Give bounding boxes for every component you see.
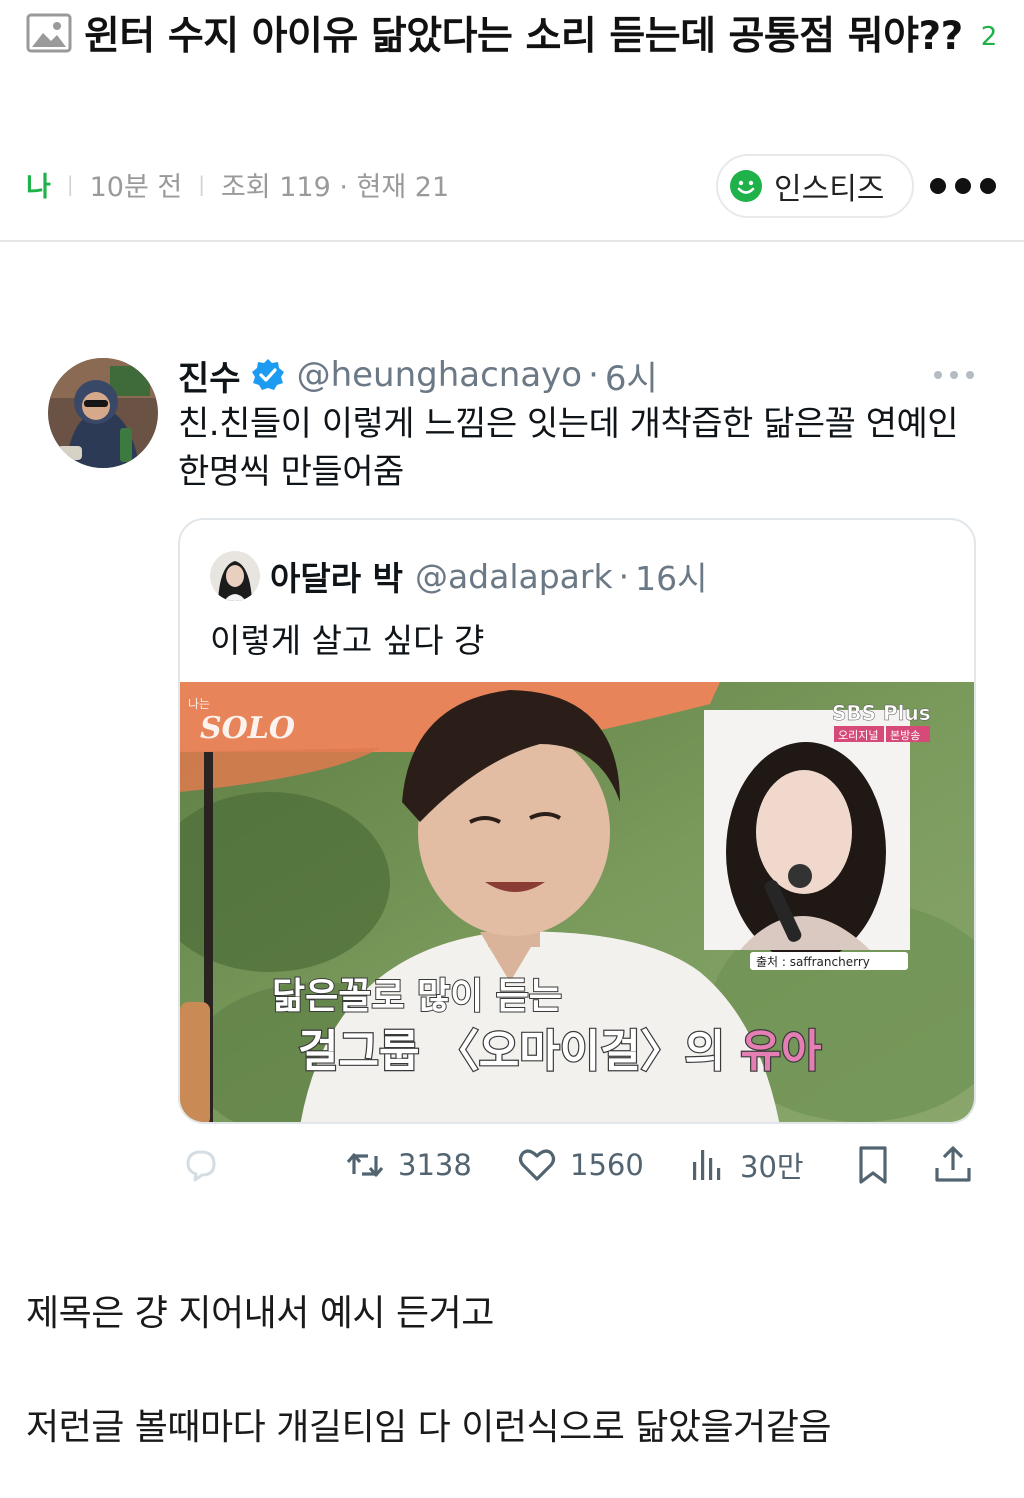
quoted-tweet-header: 아달라 박 @adalapark · 16시 [210, 550, 707, 602]
views-button[interactable]: 30만 [684, 1140, 804, 1190]
channel-tag-original: 오리지널 [838, 729, 878, 742]
body-paragraph: 제목은 걍 지어내서 예시 든거고 [26, 1293, 494, 1334]
tweet-handle[interactable]: @heunghacnayo [297, 355, 583, 395]
post-title-text: 윈터 수지 아이유 닮았다는 소리 듣는데 공통점 뭐야?? [84, 14, 963, 59]
quoted-text: 이렇게 살고 싶다 걍 [210, 621, 485, 660]
tweet-actions: 3138 1560 30만 [178, 1140, 978, 1190]
quoted-time: 16시 [635, 559, 708, 598]
tweet-author-name[interactable]: 진수 [178, 351, 241, 400]
tweet-more-icon[interactable] [934, 368, 974, 382]
like-button[interactable]: 1560 [514, 1140, 644, 1190]
heart-icon [518, 1149, 556, 1181]
quoted-media-image[interactable]: 나는 SOLO SBS Plus 오리지널 본방송 출처 : saffranch… [180, 682, 974, 1122]
comment-count[interactable]: 2 [981, 22, 998, 52]
separator-dot: · [618, 556, 630, 596]
separator-dot: · [588, 355, 599, 395]
reply-icon [186, 1150, 216, 1182]
reply-button[interactable] [178, 1140, 234, 1190]
like-count: 1560 [570, 1148, 644, 1182]
caption-highlight: 유아 [740, 1026, 821, 1077]
view-count-tweet: 30만 [740, 1150, 804, 1184]
community-name: 인스티즈 [774, 172, 885, 207]
view-count: 조회 119 · 현재 21 [220, 171, 450, 203]
body-paragraph: 저런글 볼때마다 개길티임 다 이런식으로 닮았을거같음 [26, 1407, 831, 1448]
views-chart-icon [693, 1150, 721, 1180]
svg-text:걸그룹 〈오마이걸〉의 유아: 걸그룹 〈오마이걸〉의 유아 [298, 1026, 821, 1077]
community-badge[interactable]: 인스티즈 [716, 154, 914, 218]
share-button[interactable] [930, 1140, 986, 1190]
embedded-tweet: 진수 @heunghacnayo · 6시 친.친들이 이렇게 느낌은 잇는데 … [0, 340, 1024, 1200]
verified-icon [251, 359, 284, 390]
channel-logo: SBS Plus [832, 701, 931, 725]
show-logo-small: 나는 [188, 697, 210, 711]
post-body: 제목은 걍 지어내서 예시 든거고 저런글 볼때마다 개길티임 다 이런식으로 … [26, 1284, 1006, 1458]
avatar[interactable] [48, 358, 158, 468]
tweet-time: 6시 [604, 358, 658, 399]
quoted-tweet[interactable]: 아달라 박 @adalapark · 16시 이렇게 살고 싶다 걍 나는 SO… [178, 518, 976, 1124]
show-logo: SOLO [200, 711, 295, 746]
caption-line-1: 닮은꼴로 많이 듣는 [272, 976, 562, 1017]
bookmark-button[interactable] [850, 1140, 906, 1190]
meta-divider: | [198, 172, 205, 196]
smile-icon [730, 170, 762, 202]
bookmark-icon [859, 1146, 887, 1184]
source-credit: 출처 : saffrancherry [756, 955, 870, 969]
channel-tag-broadcast: 본방송 [890, 729, 920, 742]
post-header: 윈터 수지 아이유 닮았다는 소리 듣는데 공통점 뭐야?? 2 나 | 10분 … [0, 0, 1024, 242]
post-time: 10분 전 [89, 171, 183, 203]
meta-divider: | [66, 172, 74, 196]
caption-line-2: 걸그룹 〈오마이걸〉의 [298, 1026, 740, 1077]
quoted-avatar [210, 551, 260, 601]
more-icon[interactable] [930, 168, 996, 204]
post-meta: 나 | 10분 전 | 조회 119 · 현재 21 [26, 162, 449, 206]
quoted-author-name: 아달라 박 [270, 559, 403, 598]
quoted-handle: @adalapark [414, 556, 613, 596]
retweet-icon [346, 1153, 384, 1177]
share-icon [935, 1146, 971, 1182]
tweet-text: 친.친들이 이렇게 느낌은 잇는데 개착즙한 닮은꼴 연예인 한명씩 만들어줌 [178, 404, 959, 492]
image-icon [26, 13, 72, 53]
retweet-count: 3138 [398, 1148, 472, 1182]
author-name[interactable]: 나 [26, 165, 51, 204]
retweet-button[interactable]: 3138 [342, 1140, 472, 1190]
tweet-header: 진수 @heunghacnayo · 6시 [178, 350, 658, 400]
post-title: 윈터 수지 아이유 닮았다는 소리 듣는데 공통점 뭐야?? 2 [26, 2, 1001, 72]
